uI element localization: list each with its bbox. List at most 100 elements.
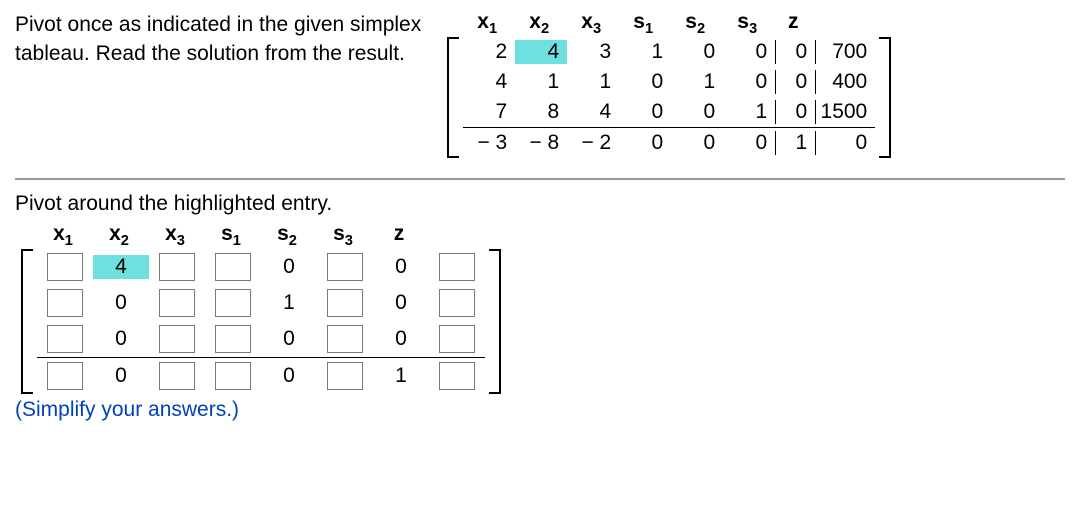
answer-fixed-cell: 0 bbox=[261, 327, 317, 351]
answer-input-field[interactable] bbox=[439, 362, 475, 390]
tableau-cell: 0 bbox=[671, 131, 723, 155]
tableau-cell: 1 bbox=[775, 131, 815, 155]
problem-statement: Pivot once as indicated in the given sim… bbox=[15, 10, 421, 69]
tableau-cell: 0 bbox=[775, 70, 815, 94]
tableau-cell: 0 bbox=[723, 131, 775, 155]
tableau-cell: 4 bbox=[463, 70, 515, 94]
answer-input[interactable] bbox=[149, 362, 205, 390]
answer-input-field[interactable] bbox=[327, 253, 363, 281]
answer-input-field[interactable] bbox=[47, 325, 83, 353]
tableau-cell: 0 bbox=[619, 100, 671, 124]
problem-line2: tableau. Read the solution from the resu… bbox=[15, 42, 405, 65]
tableau-headers: x1x2x3s1s2s3z bbox=[441, 10, 873, 37]
tableau-cell: 8 bbox=[515, 100, 567, 124]
tableau-cell: 1 bbox=[515, 70, 567, 94]
answer-input-field[interactable] bbox=[215, 253, 251, 281]
col-header-x2: x2 bbox=[91, 222, 147, 249]
answer-input-field[interactable] bbox=[215, 325, 251, 353]
answer-input[interactable] bbox=[149, 289, 205, 317]
col-header-s2: s2 bbox=[669, 10, 721, 37]
answer-fixed-cell: 1 bbox=[261, 291, 317, 315]
answer-input-field[interactable] bbox=[327, 289, 363, 317]
col-header-s3: s3 bbox=[721, 10, 773, 37]
tableau-cell: 7 bbox=[463, 100, 515, 124]
tableau-cell: 3 bbox=[567, 40, 619, 64]
answer-input[interactable] bbox=[317, 362, 373, 390]
tableau-cell: 1 bbox=[619, 40, 671, 64]
col-header-x2: x2 bbox=[513, 10, 565, 37]
answer-row: 010 bbox=[37, 285, 485, 321]
tableau-cell: 0 bbox=[619, 70, 671, 94]
tableau-cell: 0 bbox=[775, 40, 815, 64]
answer-row: 001 bbox=[37, 358, 485, 394]
tableau-cell: 0 bbox=[815, 131, 875, 155]
answer-input[interactable] bbox=[429, 362, 485, 390]
bracket-right bbox=[875, 37, 891, 158]
answer-fixed-cell: 0 bbox=[261, 364, 317, 388]
tableau-cell: 400 bbox=[815, 70, 875, 94]
tableau-cell: 4 bbox=[567, 100, 619, 124]
answer-fixed-cell: 0 bbox=[93, 327, 149, 351]
answer-input[interactable] bbox=[317, 289, 373, 317]
answer-input[interactable] bbox=[149, 253, 205, 281]
col-header-x3: x3 bbox=[565, 10, 617, 37]
col-header-s1: s1 bbox=[617, 10, 669, 37]
col-header-x1: x1 bbox=[35, 222, 91, 249]
answer-input[interactable] bbox=[37, 325, 93, 353]
answer-input-field[interactable] bbox=[215, 362, 251, 390]
answer-input-field[interactable] bbox=[215, 289, 251, 317]
answer-input[interactable] bbox=[149, 325, 205, 353]
tableau-cell: 0 bbox=[619, 131, 671, 155]
answer-input[interactable] bbox=[205, 325, 261, 353]
tableau-cell: − 8 bbox=[515, 131, 567, 155]
tableau-row: 4110100400 bbox=[463, 67, 875, 97]
pivot-instruction: Pivot around the highlighted entry. bbox=[15, 192, 1065, 216]
answer-input[interactable] bbox=[37, 253, 93, 281]
ans-bracket-right bbox=[485, 249, 501, 394]
tableau-cell: 0 bbox=[671, 100, 723, 124]
answer-input-field[interactable] bbox=[439, 325, 475, 353]
answer-input[interactable] bbox=[317, 325, 373, 353]
answer-row: 000 bbox=[37, 321, 485, 358]
answer-tableau: x1x2x3s1s2s3z 400010000001 bbox=[15, 222, 1065, 394]
answer-row: 400 bbox=[37, 249, 485, 285]
answer-input[interactable] bbox=[205, 253, 261, 281]
answer-input-field[interactable] bbox=[439, 289, 475, 317]
tableau-cell: 700 bbox=[815, 40, 875, 64]
problem-line1: Pivot once as indicated in the given sim… bbox=[15, 13, 421, 36]
col-header-s2: s2 bbox=[259, 222, 315, 249]
answer-input-field[interactable] bbox=[47, 362, 83, 390]
answer-fixed-cell: 4 bbox=[93, 255, 149, 279]
answer-input[interactable] bbox=[429, 325, 485, 353]
answer-input-field[interactable] bbox=[47, 253, 83, 281]
tableau-row: 2431000700 bbox=[463, 37, 875, 67]
tableau-cell: 1 bbox=[567, 70, 619, 94]
answer-input[interactable] bbox=[429, 253, 485, 281]
answer-input-field[interactable] bbox=[327, 362, 363, 390]
answer-input[interactable] bbox=[205, 289, 261, 317]
col-header-z: z bbox=[773, 10, 813, 37]
col-header-s1: s1 bbox=[203, 222, 259, 249]
answer-input-field[interactable] bbox=[159, 325, 195, 353]
answer-input[interactable] bbox=[317, 253, 373, 281]
tableau-row: − 3− 8− 200010 bbox=[463, 128, 875, 158]
answer-input-field[interactable] bbox=[159, 253, 195, 281]
answer-fixed-cell: 0 bbox=[93, 364, 149, 388]
answer-fixed-cell: 0 bbox=[373, 255, 429, 279]
col-header-x1: x1 bbox=[461, 10, 513, 37]
answer-fixed-cell: 0 bbox=[373, 291, 429, 315]
answer-input-field[interactable] bbox=[439, 253, 475, 281]
tableau-cell: 1 bbox=[671, 70, 723, 94]
answer-input[interactable] bbox=[37, 362, 93, 390]
answer-input-field[interactable] bbox=[159, 362, 195, 390]
answer-input-field[interactable] bbox=[159, 289, 195, 317]
tableau-cell: 1500 bbox=[815, 100, 875, 124]
answer-input[interactable] bbox=[429, 289, 485, 317]
col-header-s3: s3 bbox=[315, 222, 371, 249]
answer-input[interactable] bbox=[205, 362, 261, 390]
answer-input-field[interactable] bbox=[327, 325, 363, 353]
tableau-cell: 2 bbox=[463, 40, 515, 64]
answer-input[interactable] bbox=[37, 289, 93, 317]
answer-input-field[interactable] bbox=[47, 289, 83, 317]
col-header-x3: x3 bbox=[147, 222, 203, 249]
